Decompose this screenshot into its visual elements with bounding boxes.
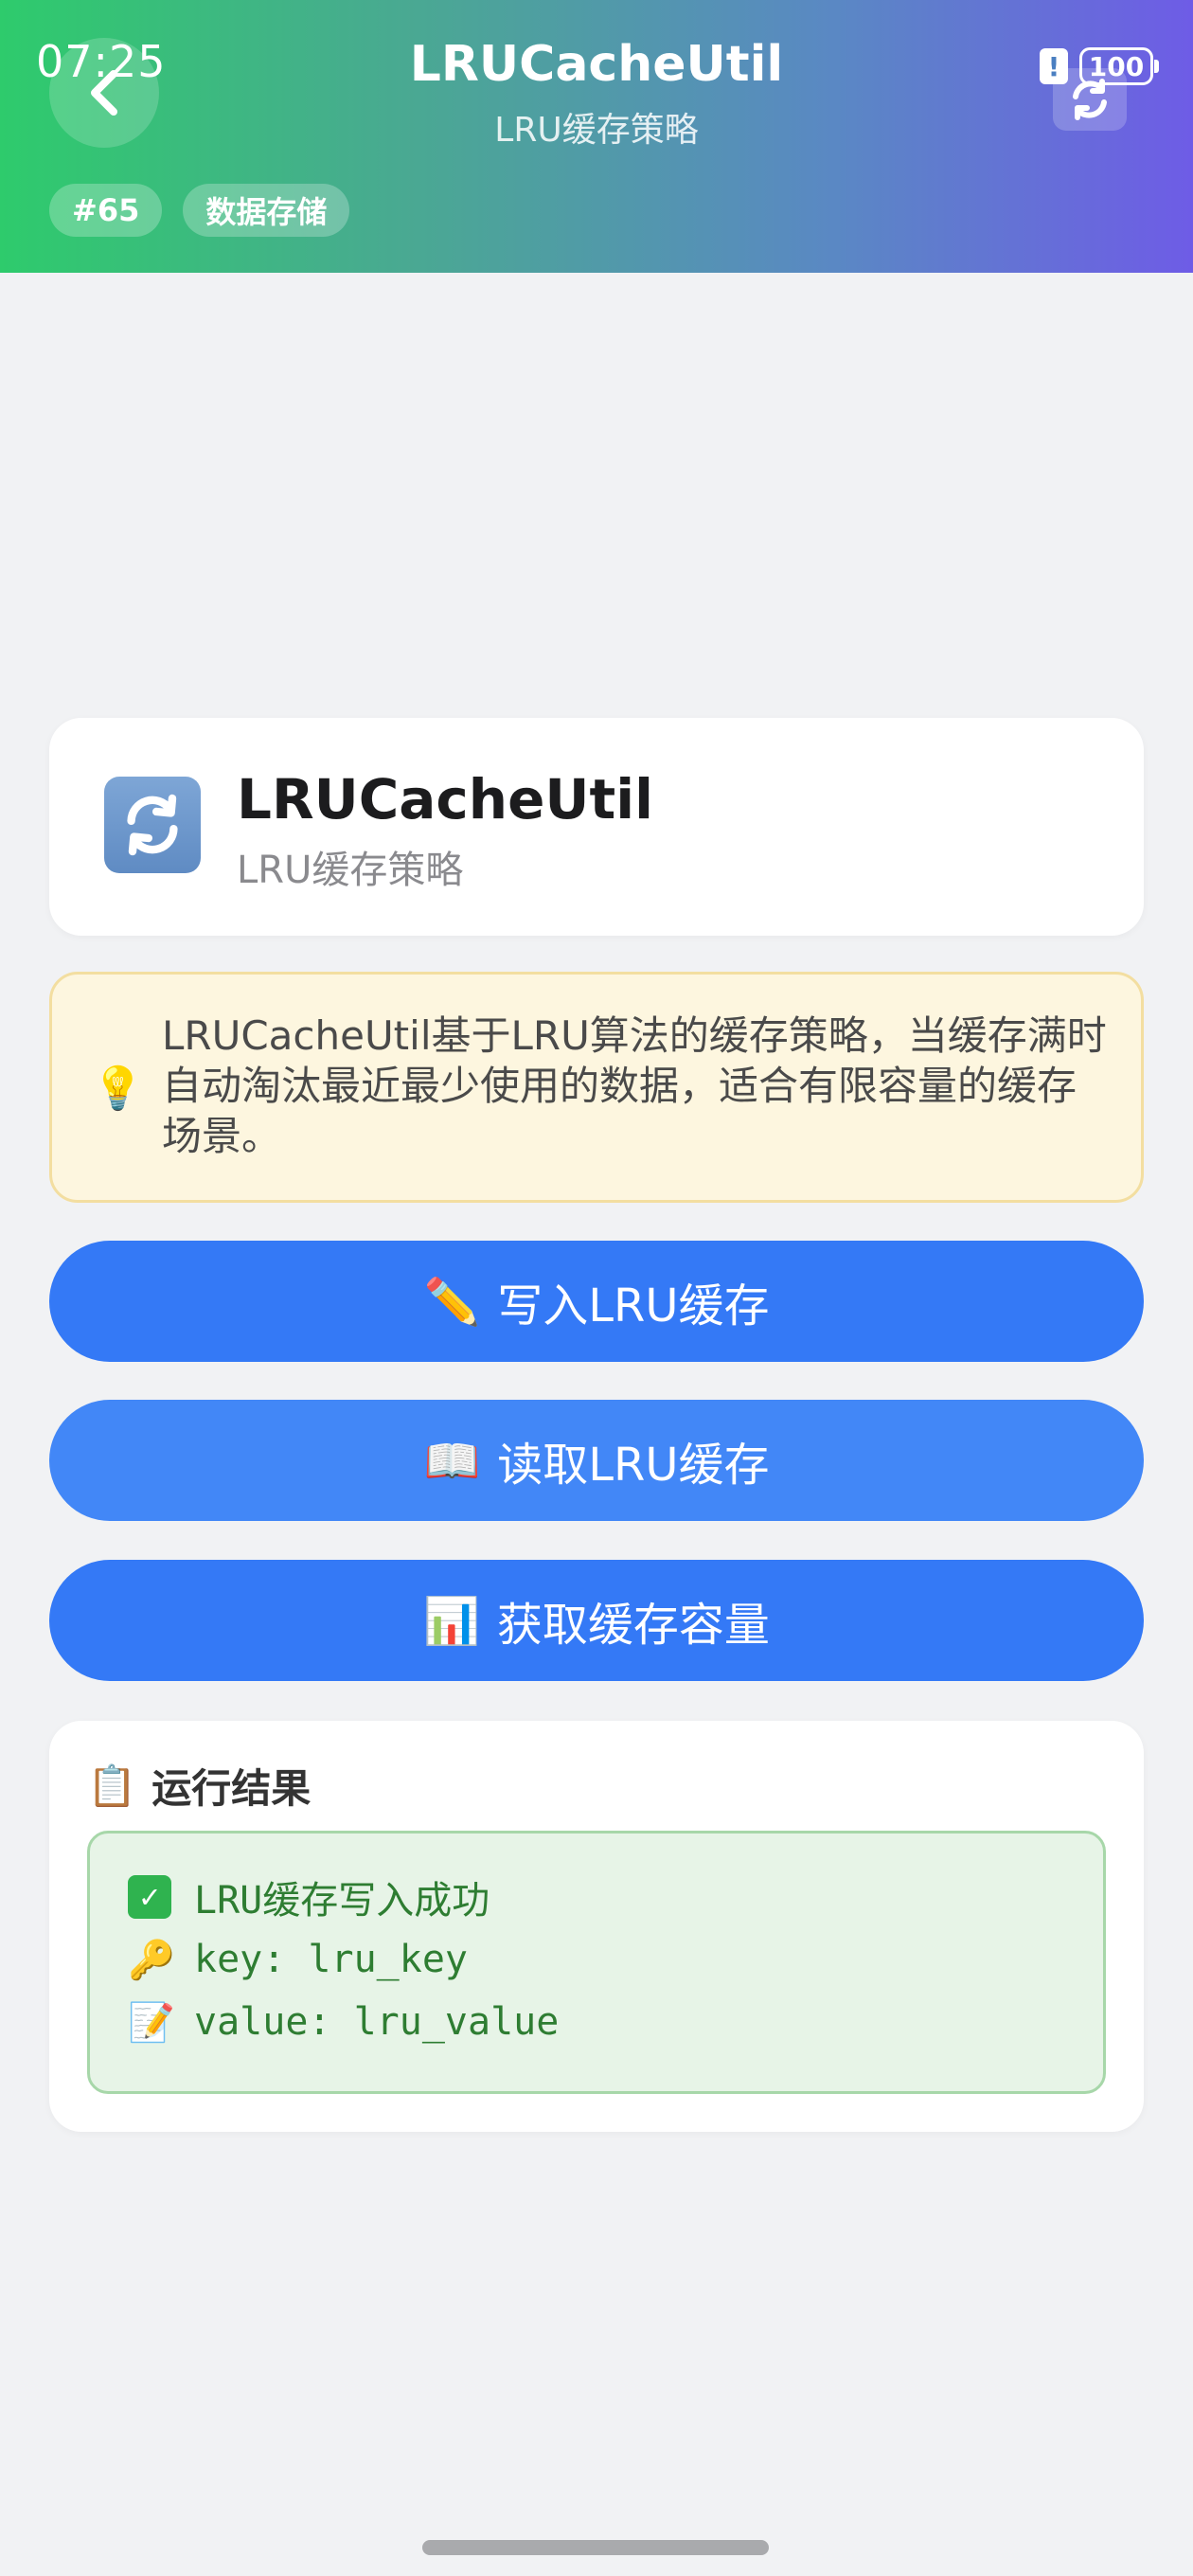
battery-level: 100 xyxy=(1088,50,1145,82)
result-line-text: LRU缓存写入成功 xyxy=(194,1879,490,1923)
tip-card: 💡 LRUCacheUtil基于LRU算法的缓存策略，当缓存满时自动淘汰最近最少… xyxy=(49,972,1144,1203)
bar-chart-icon: 📊 xyxy=(423,1594,480,1648)
result-header: 📋 运行结果 xyxy=(87,1757,311,1815)
result-card: 📋 运行结果 ✓ LRU缓存写入成功 🔑 key: lru_key 📝 valu… xyxy=(49,1721,1144,2132)
info-card: LRUCacheUtil LRU缓存策略 xyxy=(49,718,1144,936)
lightbulb-icon: 💡 xyxy=(92,1064,144,1113)
result-line-text: value: lru_value xyxy=(194,2000,560,2044)
header-bar: 07:25 LRUCacheUtil LRU缓存策略 ! 100 #65 数据存… xyxy=(0,0,1193,273)
battery-icon: 100 xyxy=(1079,47,1159,85)
app-screen: 07:25 LRUCacheUtil LRU缓存策略 ! 100 #65 数据存… xyxy=(0,0,1193,2576)
page-subtitle: LRU缓存策略 xyxy=(494,111,699,150)
get-cache-capacity-label: 获取缓存容量 xyxy=(496,1599,770,1652)
alert-icon: ! xyxy=(1040,48,1068,84)
home-indicator[interactable] xyxy=(422,2540,769,2555)
check-icon: ✓ xyxy=(128,1875,171,1919)
key-icon: 🔑 xyxy=(128,1938,175,1982)
result-line: 📝 value: lru_value xyxy=(128,1991,1103,2053)
result-line: ✓ LRU缓存写入成功 xyxy=(128,1866,1103,1928)
info-subtitle: LRU缓存策略 xyxy=(237,849,464,892)
refresh-icon xyxy=(104,777,201,873)
get-cache-capacity-button[interactable]: 📊 获取缓存容量 xyxy=(49,1560,1144,1681)
tag-category: 数据存储 xyxy=(183,184,350,237)
write-lru-cache-button[interactable]: ✏️ 写入LRU缓存 xyxy=(49,1241,1144,1362)
result-header-label: 运行结果 xyxy=(151,1765,312,1812)
memo-icon: 📝 xyxy=(128,2000,175,2045)
clipboard-icon: 📋 xyxy=(87,1762,137,1809)
status-icons: ! 100 xyxy=(1040,47,1159,85)
result-output: ✓ LRU缓存写入成功 🔑 key: lru_key 📝 value: lru_… xyxy=(87,1831,1106,2094)
read-lru-cache-label: 读取LRU缓存 xyxy=(497,1439,770,1492)
result-line-text: key: lru_key xyxy=(194,1938,468,1981)
tip-text: LRUCacheUtil基于LRU算法的缓存策略，当缓存满时自动淘汰最近最少使用… xyxy=(162,1012,1107,1159)
write-lru-cache-label: 写入LRU缓存 xyxy=(497,1279,770,1333)
result-line: 🔑 key: lru_key xyxy=(128,1928,1103,1991)
book-icon: 📖 xyxy=(423,1434,481,1488)
info-title: LRUCacheUtil xyxy=(237,767,654,832)
tag-list: #65 数据存储 xyxy=(49,184,350,237)
pencil-icon: ✏️ xyxy=(423,1275,481,1329)
page-title: LRUCacheUtil xyxy=(409,36,784,93)
read-lru-cache-button[interactable]: 📖 读取LRU缓存 xyxy=(49,1400,1144,1521)
tag-number: #65 xyxy=(49,184,163,237)
